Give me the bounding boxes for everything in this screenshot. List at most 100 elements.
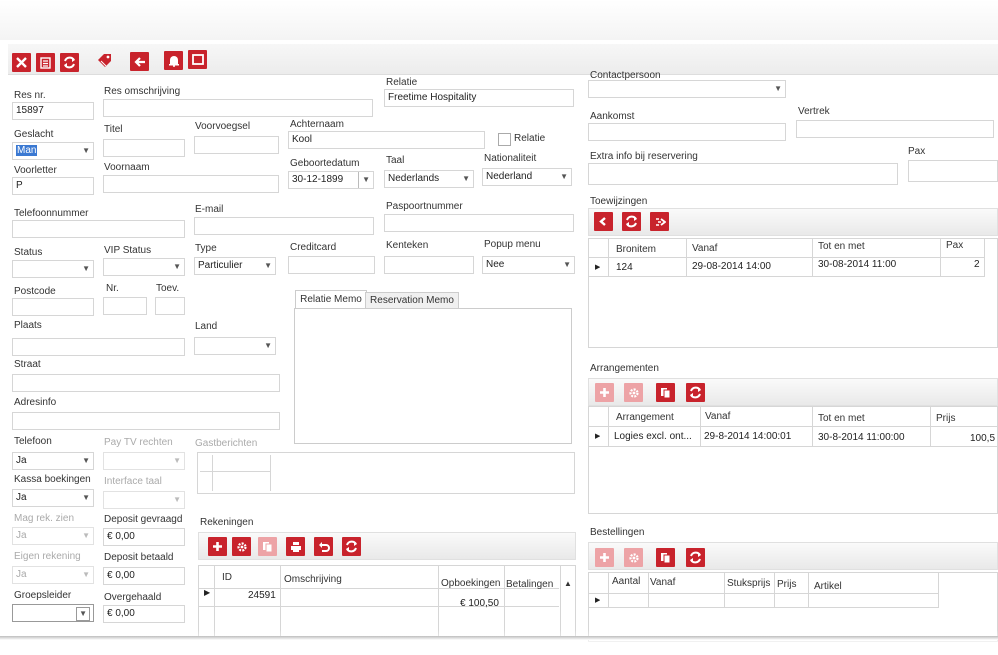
- res-omschrijving-field[interactable]: [103, 99, 373, 117]
- scroll-up-icon[interactable]: ▲: [564, 579, 572, 588]
- vertrek-field[interactable]: [796, 120, 994, 138]
- pay-tv-select[interactable]: ▼: [103, 452, 185, 470]
- geboortedatum-field[interactable]: 30-12-1899 ▼: [288, 171, 374, 189]
- copy-icon: [661, 552, 671, 563]
- bestellingen-col-prijs: Prijs: [777, 579, 797, 590]
- rekeningen-grid[interactable]: [198, 565, 576, 640]
- gastberichten-grid[interactable]: [197, 452, 575, 494]
- arrangementen-toolbar: [588, 378, 998, 406]
- relatie-checkbox[interactable]: [498, 133, 511, 146]
- vip-status-select[interactable]: ▼: [103, 258, 185, 276]
- arrangementen-copy-button[interactable]: [656, 383, 675, 402]
- back-icon: [133, 56, 145, 67]
- deposit-gevraagd-field[interactable]: € 0,00: [103, 528, 185, 546]
- type-label: Type: [195, 243, 217, 254]
- nr-label: Nr.: [106, 283, 119, 294]
- paspoortnummer-field[interactable]: [384, 214, 574, 232]
- toev-field[interactable]: [155, 297, 185, 315]
- eigen-rekening-select[interactable]: Ja ▼: [12, 566, 94, 584]
- memo-textarea[interactable]: [294, 308, 572, 444]
- email-field[interactable]: [194, 217, 374, 235]
- type-select[interactable]: Particulier ▼: [194, 257, 276, 275]
- interface-taal-select[interactable]: ▼: [103, 491, 185, 509]
- refresh-icon: [346, 540, 357, 553]
- grid-divider: [589, 607, 939, 608]
- geslacht-label: Geslacht: [14, 129, 54, 140]
- taal-select[interactable]: Nederlands ▼: [384, 170, 474, 188]
- grid-divider: [808, 573, 809, 608]
- rekeningen-refresh-button[interactable]: [342, 537, 361, 556]
- relatie-field[interactable]: Freetime Hospitality: [384, 89, 574, 107]
- telefoonnummer-label: Telefoonnummer: [14, 208, 89, 219]
- bestellingen-refresh-button[interactable]: [686, 548, 705, 567]
- window-button[interactable]: [188, 50, 207, 69]
- bestellingen-settings-button[interactable]: [624, 548, 643, 567]
- relatie-checkbox-label: Relatie: [514, 133, 546, 144]
- arrangementen-refresh-button[interactable]: [686, 383, 705, 402]
- chevron-down-icon: ▼: [774, 84, 782, 93]
- nr-field[interactable]: [103, 297, 147, 315]
- close-button[interactable]: [12, 53, 31, 72]
- pax-field[interactable]: [908, 160, 998, 182]
- memo-tab-relatie[interactable]: Relatie Memo: [295, 290, 367, 309]
- creditcard-field[interactable]: [288, 256, 375, 274]
- window-bottom-edge: [0, 636, 998, 640]
- nationaliteit-select[interactable]: Nederland ▼: [482, 168, 572, 186]
- achternaam-field[interactable]: Kool: [288, 131, 485, 149]
- kenteken-field[interactable]: [384, 256, 474, 274]
- popup-menu-select[interactable]: Nee ▼: [482, 256, 575, 274]
- grid-divider: [724, 573, 725, 608]
- land-label: Land: [195, 321, 218, 332]
- adresinfo-field[interactable]: [12, 412, 280, 430]
- toewijzingen-transfer-button[interactable]: [650, 212, 669, 231]
- res-nr-field[interactable]: 15897: [12, 102, 94, 120]
- arrangementen-settings-button[interactable]: [624, 383, 643, 402]
- arrangementen-add-button[interactable]: [595, 383, 614, 402]
- plaats-field[interactable]: [12, 338, 185, 356]
- telefoonnummer-field[interactable]: [12, 220, 185, 238]
- telefoon-select[interactable]: Ja ▼: [12, 452, 94, 470]
- titel-field[interactable]: [103, 139, 185, 157]
- table-row-vanaf: 29-08-2014 14:00: [692, 261, 771, 272]
- toewijzingen-refresh-button[interactable]: [622, 212, 641, 231]
- plus-icon: [213, 542, 222, 551]
- bestellingen-col-artikel: Artikel: [814, 581, 842, 592]
- telefoon-label: Telefoon: [14, 436, 52, 447]
- bestellingen-add-button[interactable]: [595, 548, 614, 567]
- refresh-button[interactable]: [60, 53, 79, 72]
- grid-divider: [984, 239, 985, 277]
- memo-tab-reservation-label: Reservation Memo: [370, 295, 454, 306]
- aankomst-field[interactable]: [588, 123, 786, 141]
- rekeningen-undo-button[interactable]: [314, 537, 333, 556]
- land-select[interactable]: ▼: [194, 337, 276, 355]
- overgehaald-field[interactable]: € 0,00: [103, 605, 185, 623]
- bell-button[interactable]: [164, 51, 183, 70]
- extra-info-field[interactable]: [588, 163, 898, 185]
- kassa-boekingen-select[interactable]: Ja ▼: [12, 489, 94, 507]
- grid-divider: [589, 446, 997, 447]
- toewijzingen-back-button[interactable]: [594, 212, 613, 231]
- status-select[interactable]: ▼: [12, 260, 94, 278]
- voorvoegsel-field[interactable]: [194, 136, 279, 154]
- gear-icon: [236, 541, 247, 552]
- straat-field[interactable]: [12, 374, 280, 392]
- groepsleider-select[interactable]: ▼: [12, 604, 94, 622]
- back-button[interactable]: [130, 52, 149, 71]
- rekeningen-print-button[interactable]: [286, 537, 305, 556]
- voornaam-field[interactable]: [103, 175, 279, 193]
- rekeningen-copy-button[interactable]: [258, 537, 277, 556]
- bestellingen-copy-button[interactable]: [656, 548, 675, 567]
- save-button[interactable]: [36, 53, 55, 72]
- rekeningen-settings-button[interactable]: [232, 537, 251, 556]
- arrangementen-col-tot: Tot en met: [818, 413, 865, 424]
- memo-tab-reservation[interactable]: Reservation Memo: [365, 292, 459, 309]
- voorletter-field[interactable]: P: [12, 177, 94, 195]
- tag-button[interactable]: [95, 52, 114, 71]
- deposit-betaald-field[interactable]: € 0,00: [103, 567, 185, 585]
- contactpersoon-select[interactable]: ▼: [588, 80, 786, 98]
- mag-rek-zien-select[interactable]: Ja ▼: [12, 527, 94, 545]
- grid-divider: [200, 471, 270, 472]
- geslacht-select[interactable]: Man ▼: [12, 142, 94, 160]
- postcode-field[interactable]: [12, 298, 94, 316]
- rekeningen-add-button[interactable]: [208, 537, 227, 556]
